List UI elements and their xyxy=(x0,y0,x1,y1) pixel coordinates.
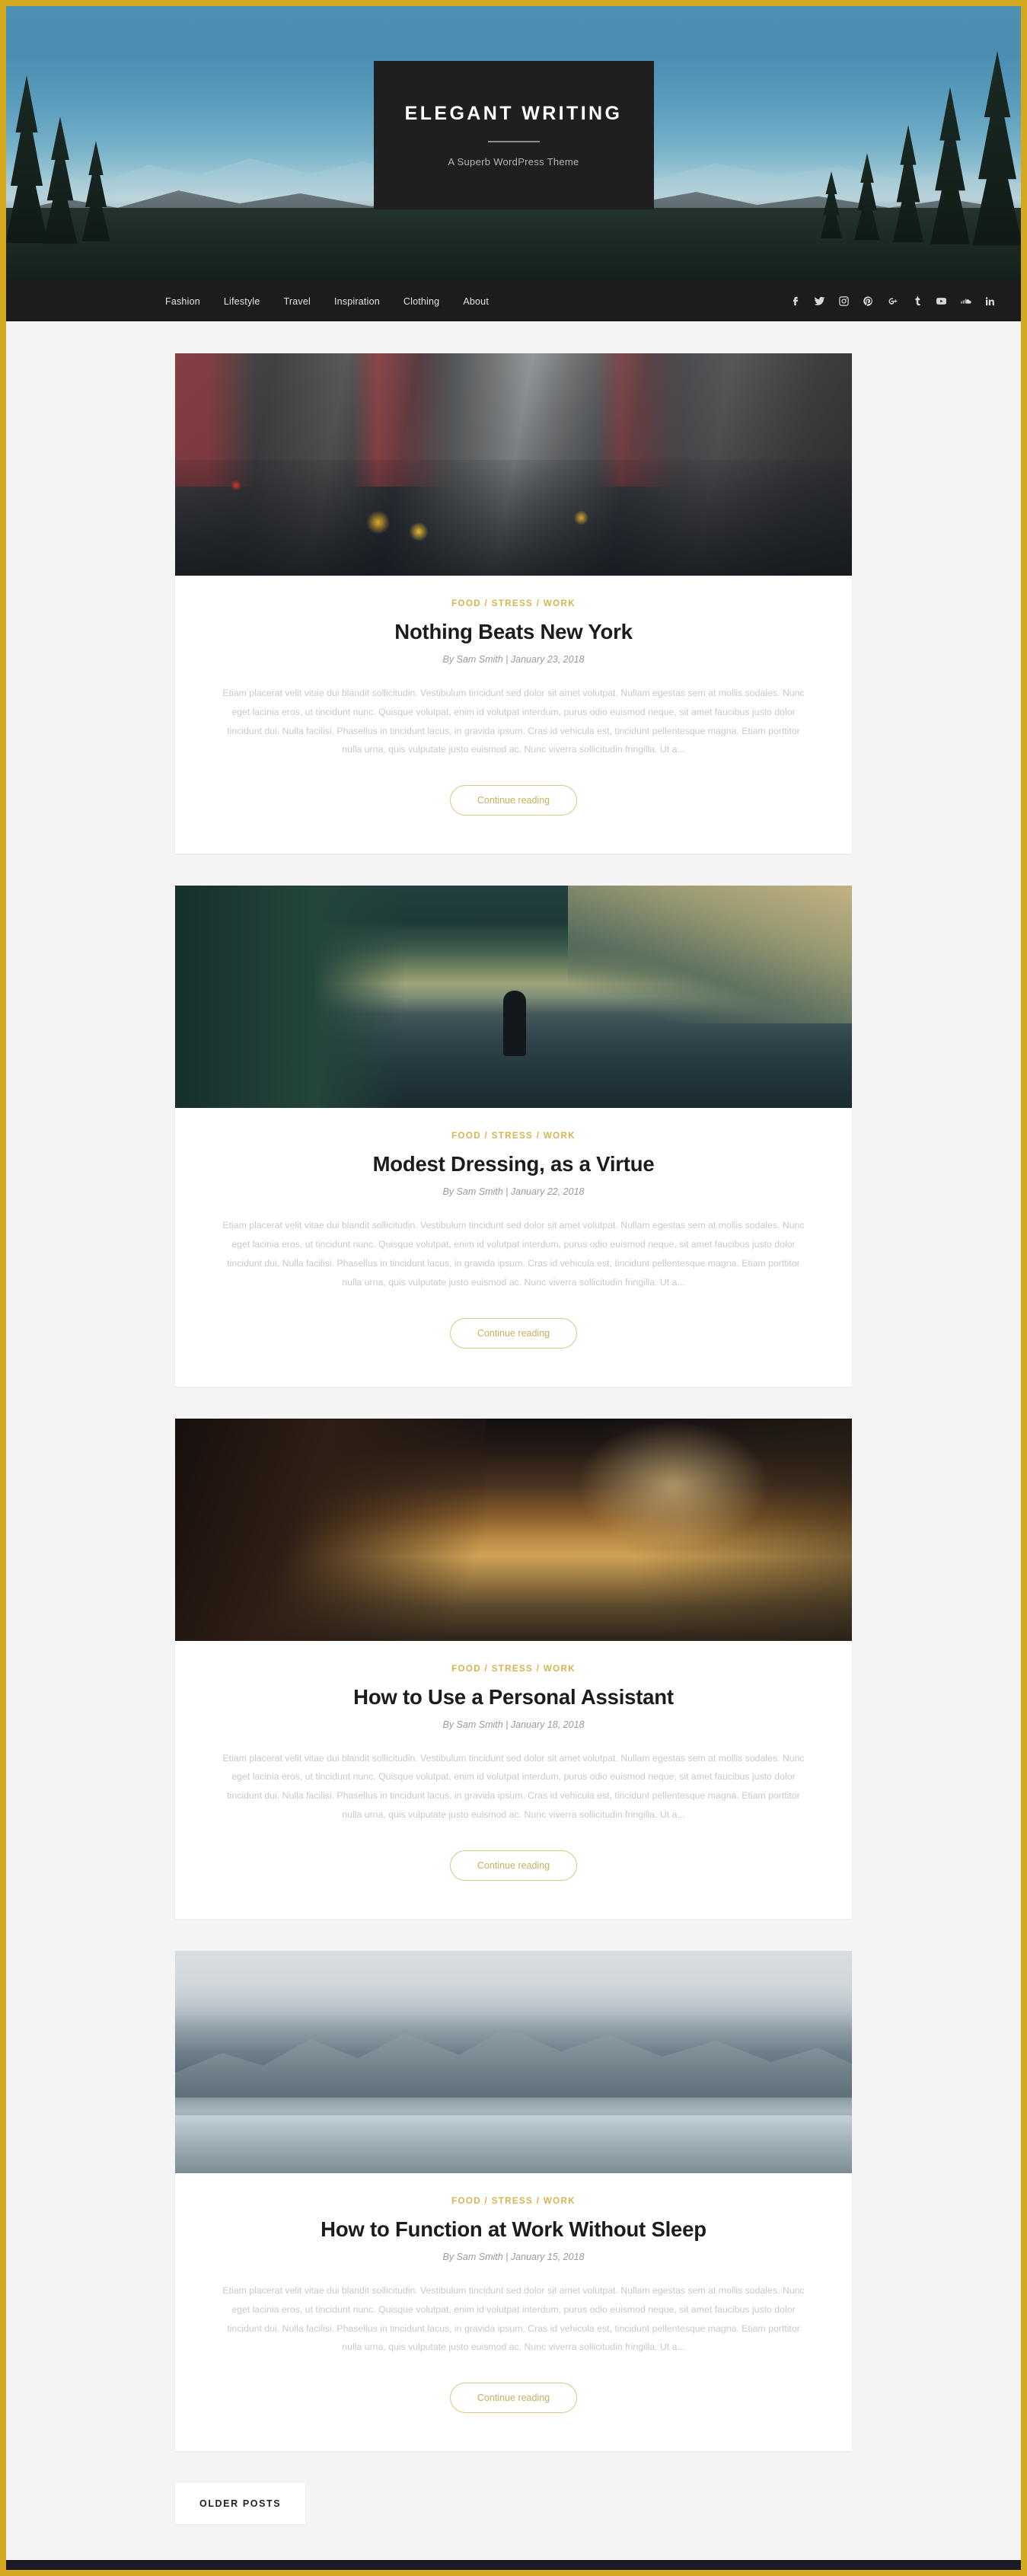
continue-reading-button[interactable]: Continue reading xyxy=(449,1317,578,1349)
post-featured-image[interactable] xyxy=(175,353,852,576)
site-title: ELEGANT WRITING xyxy=(404,103,623,124)
logo-divider xyxy=(487,141,540,142)
post-featured-image[interactable] xyxy=(175,886,852,1109)
page-frame: ELEGANT WRITING A Superb WordPress Theme… xyxy=(6,6,1021,2570)
older-posts-button[interactable]: OLDER POSTS xyxy=(175,2483,306,2525)
post-excerpt: Etiam placerat velit vitae dui blandit s… xyxy=(222,1220,805,1288)
post-body: FOOD / STRESS / WORK Modest Dressing, as… xyxy=(175,1108,852,1386)
google-plus-icon[interactable] xyxy=(887,295,898,307)
post-featured-image[interactable] xyxy=(175,1418,852,1641)
instagram-icon[interactable] xyxy=(838,295,850,307)
continue-reading-button[interactable]: Continue reading xyxy=(449,1850,578,1881)
post-body: FOOD / STRESS / WORK How to Function at … xyxy=(175,2173,852,2451)
post-meta: By Sam Smith | January 22, 2018 xyxy=(442,1186,585,1198)
post-title[interactable]: How to Use a Personal Assistant xyxy=(218,1684,809,1709)
linkedin-icon[interactable] xyxy=(984,295,996,307)
nav-item-about[interactable]: About xyxy=(463,296,489,307)
nav-item-fashion[interactable]: Fashion xyxy=(165,296,200,307)
post-categories[interactable]: FOOD / STRESS / WORK xyxy=(218,1665,809,1674)
soundcloud-icon[interactable] xyxy=(960,295,971,307)
hero-header: ELEGANT WRITING A Superb WordPress Theme xyxy=(6,6,1021,281)
post-excerpt: Etiam placerat velit vitae dui blandit s… xyxy=(222,688,805,755)
post-card: FOOD / STRESS / WORK How to Function at … xyxy=(175,1950,852,2452)
site-logo[interactable]: ELEGANT WRITING A Superb WordPress Theme xyxy=(373,61,654,209)
site-tagline: A Superb WordPress Theme xyxy=(448,156,579,168)
nav-item-travel[interactable]: Travel xyxy=(284,296,311,307)
post-meta: By Sam Smith | January 23, 2018 xyxy=(442,654,585,665)
main-navigation: Fashion Lifestyle Travel Inspiration Clo… xyxy=(6,281,1021,321)
continue-reading-button[interactable]: Continue reading xyxy=(449,2383,578,2414)
post-excerpt: Etiam placerat velit vitae dui blandit s… xyxy=(222,2284,805,2353)
continue-reading-button[interactable]: Continue reading xyxy=(449,785,578,816)
pagination: OLDER POSTS xyxy=(175,2483,852,2560)
post-title[interactable]: Nothing Beats New York xyxy=(218,619,809,644)
twitter-icon[interactable] xyxy=(814,295,825,307)
post-meta: By Sam Smith | January 18, 2018 xyxy=(442,1719,585,1730)
tumblr-icon[interactable] xyxy=(911,295,923,307)
seated-person-silhouette xyxy=(503,990,527,1056)
post-card: FOOD / STRESS / WORK Nothing Beats New Y… xyxy=(175,353,852,854)
post-categories[interactable]: FOOD / STRESS / WORK xyxy=(218,2197,809,2206)
nav-item-clothing[interactable]: Clothing xyxy=(403,296,439,307)
post-body: FOOD / STRESS / WORK Nothing Beats New Y… xyxy=(175,576,852,854)
facebook-icon[interactable] xyxy=(789,295,801,307)
post-list: FOOD / STRESS / WORK Nothing Beats New Y… xyxy=(6,321,1021,2560)
post-card: FOOD / STRESS / WORK How to Use a Person… xyxy=(175,1418,852,1919)
nav-item-lifestyle[interactable]: Lifestyle xyxy=(224,296,260,307)
social-links xyxy=(789,295,996,307)
youtube-icon[interactable] xyxy=(936,295,947,307)
post-categories[interactable]: FOOD / STRESS / WORK xyxy=(218,1132,809,1141)
post-meta: By Sam Smith | January 15, 2018 xyxy=(442,2251,585,2262)
site-footer: Easy To Use Accusantium et doloremque ve… xyxy=(6,2560,1021,2570)
tree-icon xyxy=(972,51,1021,246)
post-title[interactable]: How to Function at Work Without Sleep xyxy=(218,2217,809,2242)
nav-item-inspiration[interactable]: Inspiration xyxy=(334,296,380,307)
post-featured-image[interactable] xyxy=(175,1950,852,2173)
post-excerpt: Etiam placerat velit vitae dui blandit s… xyxy=(222,1752,805,1821)
post-card: FOOD / STRESS / WORK Modest Dressing, as… xyxy=(175,886,852,1387)
post-categories[interactable]: FOOD / STRESS / WORK xyxy=(218,599,809,608)
pinterest-icon[interactable] xyxy=(863,295,874,307)
post-title[interactable]: Modest Dressing, as a Virtue xyxy=(218,1151,809,1176)
nav-links: Fashion Lifestyle Travel Inspiration Clo… xyxy=(165,296,489,307)
post-body: FOOD / STRESS / WORK How to Use a Person… xyxy=(175,1641,852,1919)
